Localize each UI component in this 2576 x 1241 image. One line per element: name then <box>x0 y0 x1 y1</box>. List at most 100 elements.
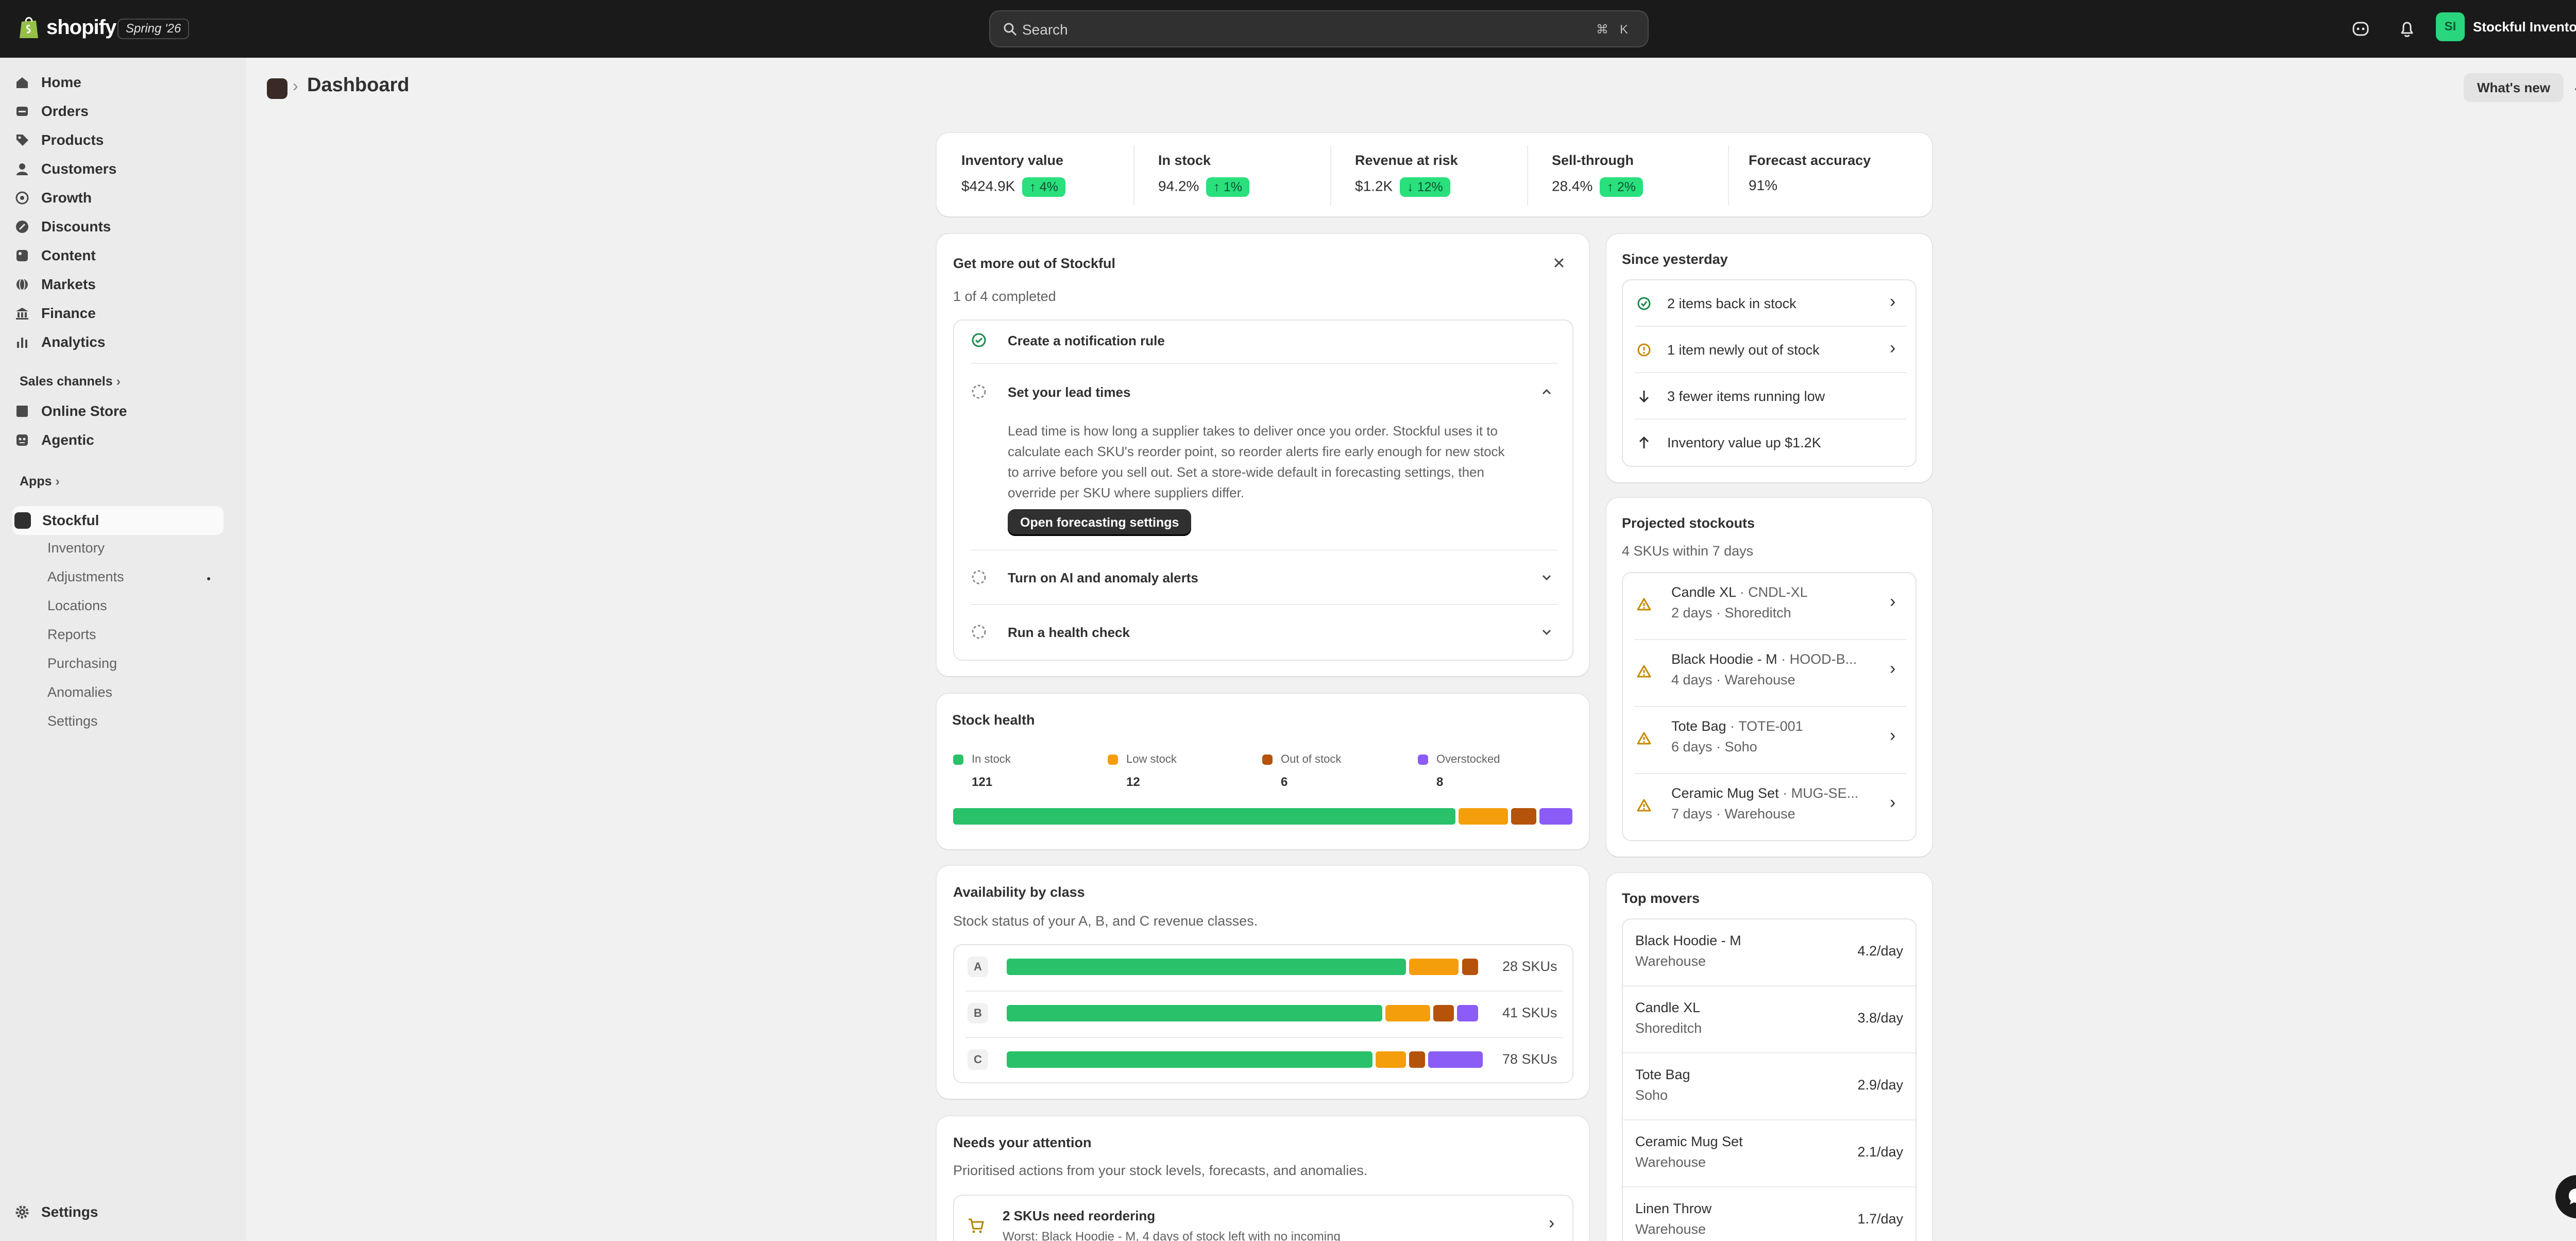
attention-item-sub: Worst: Black Hoodie - M, 4 days of stock… <box>1003 1230 1341 1241</box>
sidebar-item-growth[interactable]: Growth <box>14 187 92 209</box>
globe-icon <box>16 278 28 291</box>
availability-list: A 28 SKUs B 41 SKUs C 78 SKUs <box>953 944 1573 1083</box>
kpi-value-row: 94.2% ↑ 1% <box>1158 177 1249 197</box>
edition-badge[interactable]: Spring '26 <box>117 19 190 39</box>
attention-item-reorder[interactable]: 2 SKUs need reordering Worst: Black Hood… <box>953 1195 1573 1241</box>
more-actions-icon[interactable]: ··· <box>2573 77 2576 99</box>
class-bar <box>1007 1005 1486 1021</box>
stock-health-title: Stock health <box>952 712 1035 728</box>
apps-label: Apps <box>20 474 52 489</box>
since-yesterday-card: Since yesterday 2 items back in stock › … <box>1606 234 1932 482</box>
chevron-up-icon <box>1542 389 1551 395</box>
availability-card: Availability by class Stock status of yo… <box>937 866 1589 1099</box>
onboarding-card: Get more out of Stockful 1 of 4 complete… <box>937 234 1589 676</box>
kpi-delta-badge: ↑ 2% <box>1600 177 1643 197</box>
sidebar-item-finance[interactable]: Finance <box>14 302 96 325</box>
stockout-name: Tote Bag <box>1671 718 1726 734</box>
legend-label: Overstocked <box>1436 752 1500 765</box>
lead-time-line: calculate each SKU's reorder point, so r… <box>1008 444 1505 459</box>
warning-icon <box>1637 665 1651 678</box>
sidebar-item-agentic[interactable]: Agentic <box>14 429 94 451</box>
sidebar-item-orders[interactable]: Orders <box>14 100 89 123</box>
sidebar-item-analytics[interactable]: Analytics <box>14 331 106 354</box>
chat-button[interactable] <box>2555 1175 2576 1218</box>
stockout-name-row: Black Hoodie - M · HOOD-B... <box>1671 651 1857 667</box>
sidebar-subitem-anomalies[interactable]: Anomalies <box>47 684 112 700</box>
apps-heading[interactable]: Apps › <box>20 474 60 489</box>
sidebar-item-home[interactable]: Home <box>14 71 81 94</box>
sidebar-subitem-reports[interactable]: Reports <box>47 627 96 643</box>
shopify-logo[interactable]: shopify <box>19 15 116 39</box>
sidebar-subitem-settings[interactable]: Settings <box>47 713 98 729</box>
bell-icon[interactable] <box>2397 19 2417 39</box>
availability-subtitle: Stock status of your A, B, and C revenue… <box>953 913 1258 929</box>
stockouts-subtitle: 4 SKUs within 7 days <box>1622 543 1754 559</box>
sidebar-item-markets[interactable]: Markets <box>14 273 96 296</box>
lead-time-line: to arrive before you sell out. Set a sto… <box>1008 464 1484 480</box>
search-input[interactable]: Search ⌘ K <box>989 10 1649 47</box>
store-icon <box>16 406 28 417</box>
open-forecasting-settings-button[interactable]: Open forecasting settings <box>1008 509 1192 536</box>
sidebar-item-online-store[interactable]: Online Store <box>14 400 127 423</box>
kpi-value: 91% <box>1749 177 1778 193</box>
dashed-circle-icon <box>972 625 986 639</box>
divider <box>1634 639 1906 640</box>
divider <box>1623 1186 1916 1187</box>
divider <box>971 549 1558 550</box>
sidebar-item-stockful[interactable]: Stockful <box>14 509 99 532</box>
tag-icon <box>16 135 28 146</box>
sidebar: Home Orders Products Customers Growth Di… <box>0 58 246 1241</box>
warning-icon <box>1637 799 1651 812</box>
class-bar-segment <box>1007 1051 1373 1068</box>
sidekick-icon[interactable] <box>2350 19 2371 39</box>
legend-label: Out of stock <box>1281 752 1342 765</box>
sidebar-item-customers[interactable]: Customers <box>14 158 116 180</box>
divider <box>971 604 1558 605</box>
stockout-name: Candle XL <box>1671 584 1736 600</box>
sidebar-item-settings[interactable]: Settings <box>14 1201 98 1223</box>
health-segment-in-stock <box>953 808 1455 825</box>
kpi-label: Forecast accuracy <box>1749 153 1871 168</box>
attention-subtitle: Prioritised actions from your stock leve… <box>953 1163 1368 1178</box>
arrow-down-icon <box>1639 391 1649 403</box>
sidebar-item-discounts[interactable]: Discounts <box>14 215 111 238</box>
sidebar-subitem-adjustments[interactable]: Adjustments <box>47 569 124 585</box>
class-bar <box>1007 1051 1486 1068</box>
close-icon[interactable] <box>1551 255 1567 271</box>
chart-icon <box>17 338 27 348</box>
sidebar-item-products[interactable]: Products <box>14 129 104 152</box>
class-badge: B <box>968 1003 988 1024</box>
since-yesterday-title: Since yesterday <box>1622 251 1728 267</box>
class-bar-segment <box>1409 1051 1426 1068</box>
shortcut-key: K <box>1619 23 1628 37</box>
whats-new-button[interactable]: What's new <box>2464 73 2564 102</box>
sidebar-subitem-purchasing[interactable]: Purchasing <box>47 656 117 672</box>
lead-time-description: Lead time is how long a supplier takes t… <box>1008 421 1505 503</box>
sidebar-subitem-inventory[interactable]: Inventory <box>47 540 105 556</box>
class-sku-count: 28 SKUs <box>1502 959 1557 974</box>
sidebar-item-content[interactable]: Content <box>14 244 96 267</box>
sales-channels-heading[interactable]: Sales channels › <box>20 374 121 389</box>
store-switcher[interactable]: SI Stockful Inventory dev <box>2436 12 2576 41</box>
legend-swatch <box>953 754 963 765</box>
kpi-divider <box>1728 145 1729 205</box>
kpi-delta: 4% <box>1039 180 1058 194</box>
kpi-label: Sell-through <box>1552 153 1634 168</box>
stockout-name: Ceramic Mug Set <box>1671 785 1779 801</box>
kpi-value-row: $1.2K ↓ 12% <box>1355 177 1450 197</box>
kpi-label: Revenue at risk <box>1355 153 1458 168</box>
since-item-label: Inventory value up $1.2K <box>1667 435 1821 450</box>
chevron-right-icon: › <box>1890 726 1896 745</box>
kpi-label: In stock <box>1158 153 1211 168</box>
stockful-app-icon[interactable] <box>267 78 287 99</box>
class-bar-segment <box>1462 959 1478 975</box>
stock-health-bar[interactable] <box>953 808 1572 826</box>
stockout-sku: · CNDL-XL <box>1736 584 1808 600</box>
since-yesterday-list: 2 items back in stock › 1 item newly out… <box>1622 279 1917 467</box>
pin-dot-icon[interactable] <box>207 577 210 580</box>
sidebar-subitem-locations[interactable]: Locations <box>47 598 107 614</box>
mover-rate: 2.9/day <box>1857 1077 1903 1093</box>
lead-time-line: Lead time is how long a supplier takes t… <box>1008 423 1498 439</box>
store-name: Stockful Inventory <box>2473 19 2576 35</box>
kpi-value: 28.4% <box>1552 178 1593 194</box>
